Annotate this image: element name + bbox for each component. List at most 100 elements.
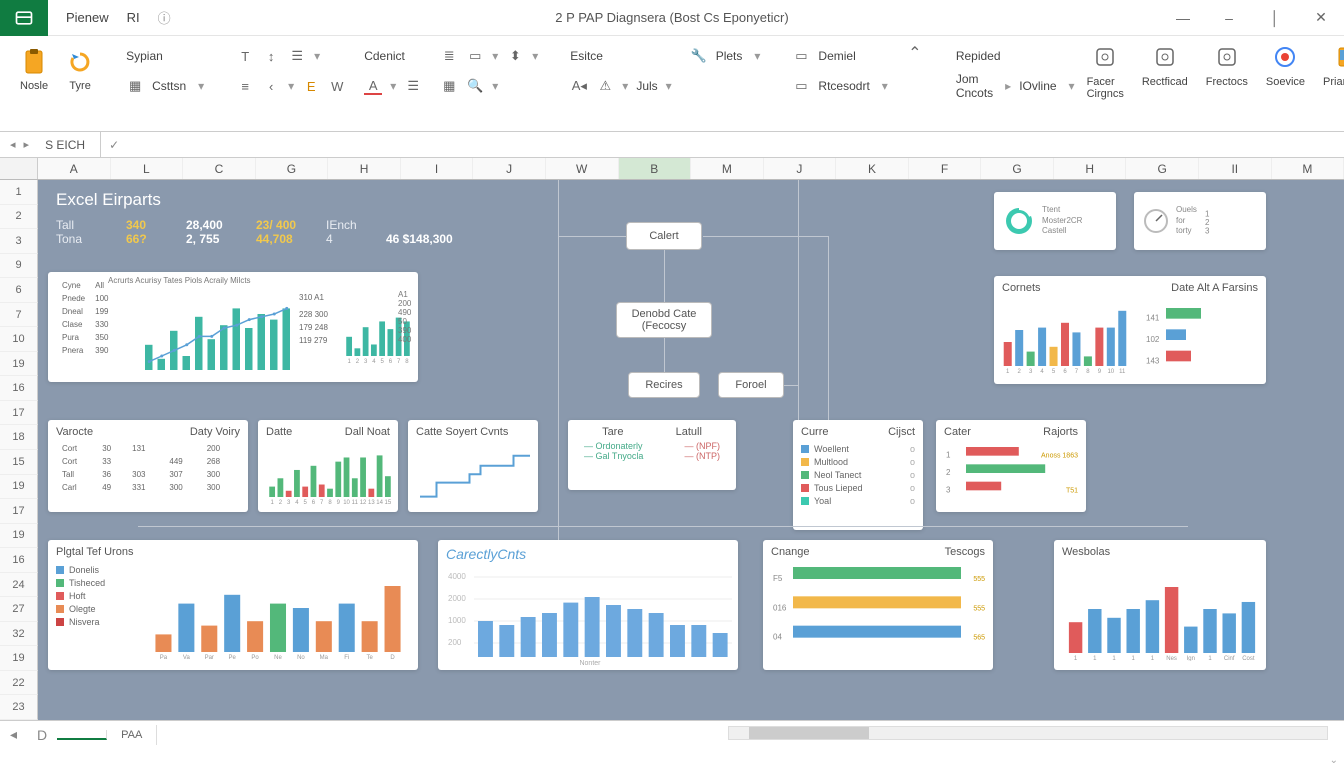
ribbon-recesodrt[interactable]: ▭ Rtcesodrt▾ [792, 74, 887, 98]
row-header[interactable]: 32 [0, 622, 38, 647]
help-icon[interactable]: ⓘ [158, 8, 171, 27]
row-header[interactable]: 19 [0, 646, 38, 671]
list-icon[interactable]: ☰ [404, 77, 422, 95]
flow-foroel[interactable]: Foroel [718, 372, 784, 398]
row-header[interactable]: 16 [0, 548, 38, 573]
row-header[interactable]: 2 [0, 205, 38, 230]
sort-icon[interactable]: ⬍ [506, 47, 524, 65]
w-icon[interactable]: W [328, 77, 346, 95]
tab-home[interactable]: D [27, 727, 57, 743]
font-a-icon[interactable]: A [364, 77, 382, 95]
ribbon-rectficad[interactable]: Rectficad [1142, 44, 1188, 100]
qat-item[interactable]: Pienew [66, 10, 109, 25]
merge-icon[interactable]: ▭ [466, 47, 484, 65]
flow-denobd[interactable]: Denobd Cate (Fecocsy [616, 302, 712, 338]
column-header[interactable]: J [473, 158, 546, 179]
app-menu-button[interactable] [0, 0, 48, 36]
row-header[interactable]: 10 [0, 327, 38, 352]
column-header[interactable]: G [256, 158, 329, 179]
row-header[interactable]: 6 [0, 278, 38, 303]
ribbon-cdenct[interactable]: Cdenict [364, 44, 405, 68]
column-header[interactable]: L [111, 158, 184, 179]
row-header[interactable]: 24 [0, 573, 38, 598]
name-box[interactable]: S EICH [39, 132, 101, 157]
warn-icon[interactable]: ⚠ [596, 77, 614, 95]
close-button[interactable]: ✕ [1298, 0, 1344, 36]
ribbon-custom[interactable]: ▦ Csttsn▾ [126, 74, 204, 98]
row-header[interactable]: 27 [0, 597, 38, 622]
ribbon-iovine[interactable]: IOvline [1019, 79, 1056, 93]
minimize-button[interactable]: — [1160, 0, 1206, 36]
svg-text:Ne: Ne [274, 655, 282, 660]
row-header[interactable]: 17 [0, 499, 38, 524]
text-icon[interactable]: T [236, 47, 254, 65]
tab-paa[interactable]: PAA [107, 725, 157, 745]
column-header[interactable]: H [1054, 158, 1127, 179]
column-header[interactable]: I [401, 158, 474, 179]
ribbon-collapse-icon[interactable]: ⌄ [1330, 755, 1338, 766]
column-header[interactable]: M [691, 158, 764, 179]
align-icon[interactable]: ↕ [262, 47, 280, 65]
indent-icon[interactable]: ☰ [288, 47, 306, 65]
row-header[interactable]: 7 [0, 303, 38, 328]
column-header[interactable]: II [1199, 158, 1272, 179]
ribbon-jom[interactable]: Jom Cncots [956, 72, 993, 100]
row-header[interactable]: 1 [0, 180, 38, 205]
search-icon[interactable]: 🔍 [466, 77, 484, 95]
ribbon-priarices[interactable]: Priarices [1323, 44, 1344, 100]
ribbon-frectocs[interactable]: Frectocs [1206, 44, 1248, 100]
column-header[interactable]: A [38, 158, 111, 179]
forward-icon[interactable]: ▸ [24, 138, 30, 151]
column-header[interactable]: G [981, 158, 1054, 179]
row-header[interactable]: 9 [0, 254, 38, 279]
ribbon-ecitce[interactable]: Esitce [570, 44, 603, 68]
column-header[interactable]: G [1126, 158, 1199, 179]
svg-text:1: 1 [1132, 656, 1136, 661]
row-header[interactable]: 18 [0, 425, 38, 450]
tab-prev-icon[interactable]: ◂ [0, 726, 27, 743]
column-header[interactable]: H [328, 158, 401, 179]
table-icon[interactable]: ▦ [440, 77, 458, 95]
flow-calert[interactable]: Calert [626, 222, 702, 250]
fx-check-icon[interactable]: ✓ [101, 138, 127, 152]
maximize-button[interactable]: │ [1252, 0, 1298, 36]
column-header[interactable]: K [836, 158, 909, 179]
ribbon-juls[interactable]: Juls [636, 79, 657, 93]
ribbon-paste[interactable]: Nosle [20, 44, 48, 92]
e-icon[interactable]: E [302, 77, 320, 95]
ribbon-sypian[interactable]: Sypian [126, 44, 163, 68]
column-header[interactable]: J [764, 158, 837, 179]
column-header[interactable]: F [909, 158, 982, 179]
ribbon-font[interactable]: Tyre [66, 44, 94, 92]
row-header[interactable]: 23 [0, 695, 38, 720]
flow-recires[interactable]: Recires [628, 372, 700, 398]
column-header[interactable]: M [1272, 158, 1344, 179]
select-all-corner[interactable] [0, 158, 38, 179]
chevron-left-icon[interactable]: ‹ [262, 77, 280, 95]
ribbon-demel[interactable]: ▭ Demiel [792, 44, 855, 68]
ribbon-plots[interactable]: 🔧 Plets▾ [690, 44, 761, 68]
column-header[interactable]: C [183, 158, 256, 179]
ribbon-repided[interactable]: Repided [956, 44, 1001, 68]
align-center-icon[interactable]: ≣ [440, 47, 458, 65]
ribbon-facer cirgncs[interactable]: Facer Cirgncs [1087, 44, 1124, 100]
ribbon-soevice[interactable]: Soevice [1266, 44, 1305, 100]
row-header[interactable]: 16 [0, 376, 38, 401]
column-header[interactable]: W [546, 158, 619, 179]
horizontal-scrollbar[interactable] [728, 726, 1328, 740]
qat-item[interactable]: RI [127, 10, 140, 25]
minimize2-button[interactable]: – [1206, 0, 1252, 36]
column-header[interactable]: B [619, 158, 692, 179]
align-left-icon[interactable]: ≡ [236, 77, 254, 95]
font-icon[interactable]: A◂ [570, 77, 588, 95]
chevron-up-icon[interactable]: ⌃ [906, 44, 924, 62]
row-header[interactable]: 19 [0, 524, 38, 549]
row-header[interactable]: 15 [0, 450, 38, 475]
row-header[interactable]: 19 [0, 475, 38, 500]
row-header[interactable]: 19 [0, 352, 38, 377]
row-header[interactable]: 17 [0, 401, 38, 426]
back-icon[interactable]: ◂ [10, 138, 16, 151]
row-header[interactable]: 3 [0, 229, 38, 254]
row-header[interactable]: 22 [0, 671, 38, 696]
tab-active[interactable] [57, 730, 107, 740]
